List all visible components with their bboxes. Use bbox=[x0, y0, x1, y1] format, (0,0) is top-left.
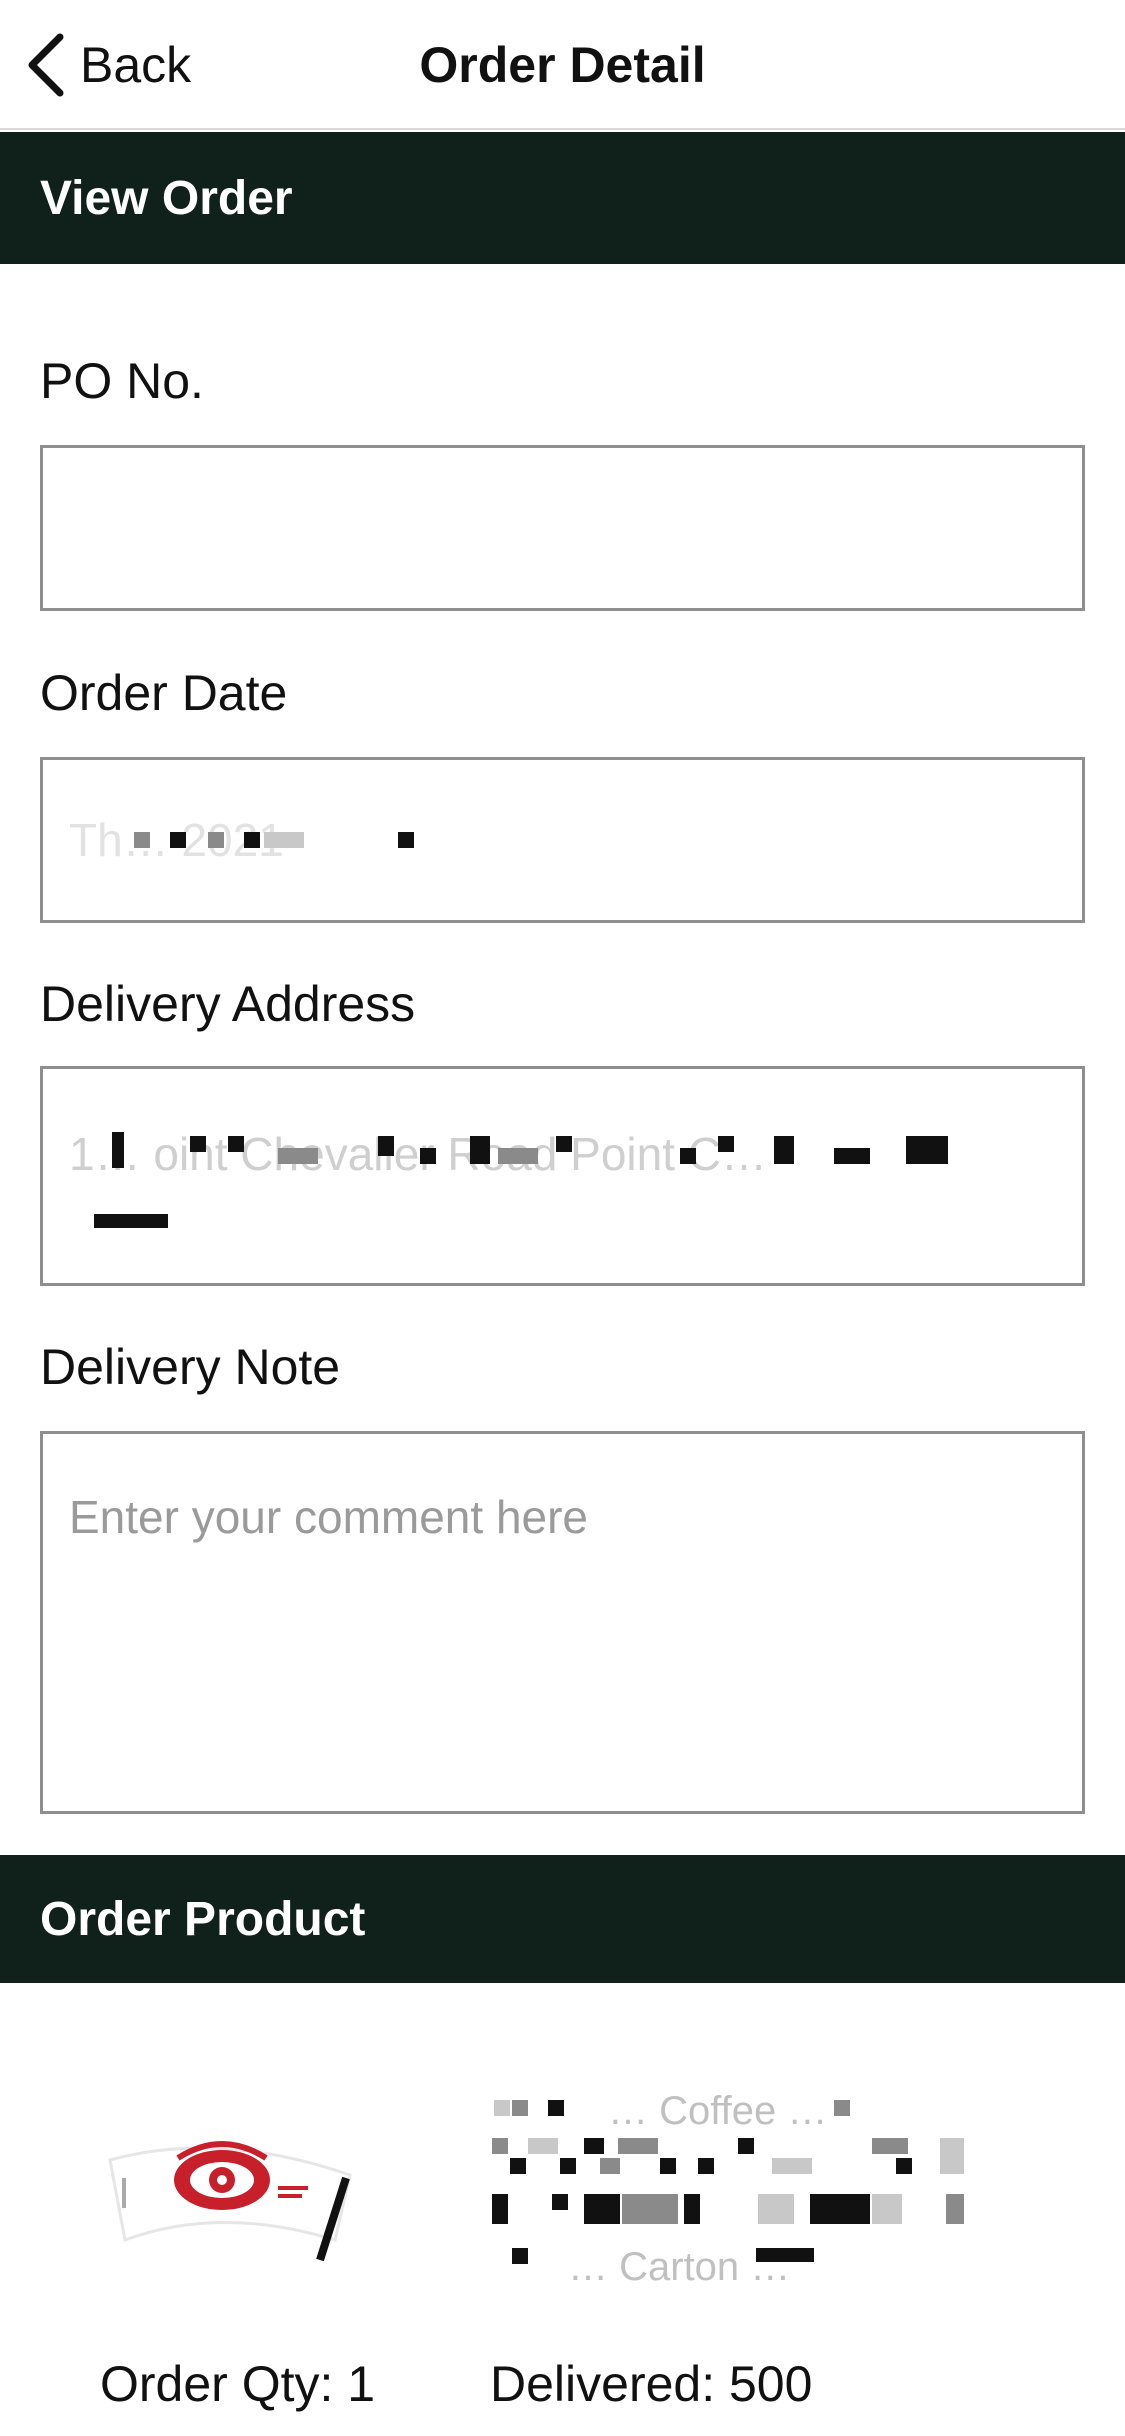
order-date-label: Order Date bbox=[40, 665, 288, 721]
delivery-address-value: 1… oint Chevalier Road Point C… bbox=[69, 1128, 767, 1180]
order-date-field[interactable]: Th… 2021 bbox=[40, 757, 1085, 923]
delivery-address-field[interactable]: 1… oint Chevalier Road Point C… bbox=[40, 1066, 1085, 1286]
product-packaging: … Carton … bbox=[568, 2245, 791, 2289]
delivery-address-label: Delivery Address bbox=[40, 976, 416, 1032]
order-quantity: Order Qty: 1 bbox=[100, 2356, 376, 2412]
delivered-quantity: Delivered: 500 bbox=[490, 2356, 813, 2412]
navigation-bar: Back Order Detail bbox=[0, 0, 1125, 130]
po-number-input[interactable] bbox=[40, 445, 1085, 611]
product-image bbox=[100, 2100, 360, 2280]
view-order-header: View Order bbox=[0, 132, 1125, 264]
delivery-note-textarea[interactable] bbox=[40, 1431, 1085, 1814]
page-title: Order Detail bbox=[419, 37, 706, 93]
order-product-header: Order Product bbox=[0, 1855, 1125, 1983]
delivery-note-label: Delivery Note bbox=[40, 1339, 341, 1395]
po-number-label: PO No. bbox=[40, 353, 204, 409]
coffee-cup-sleeve-icon bbox=[100, 2141, 360, 2284]
